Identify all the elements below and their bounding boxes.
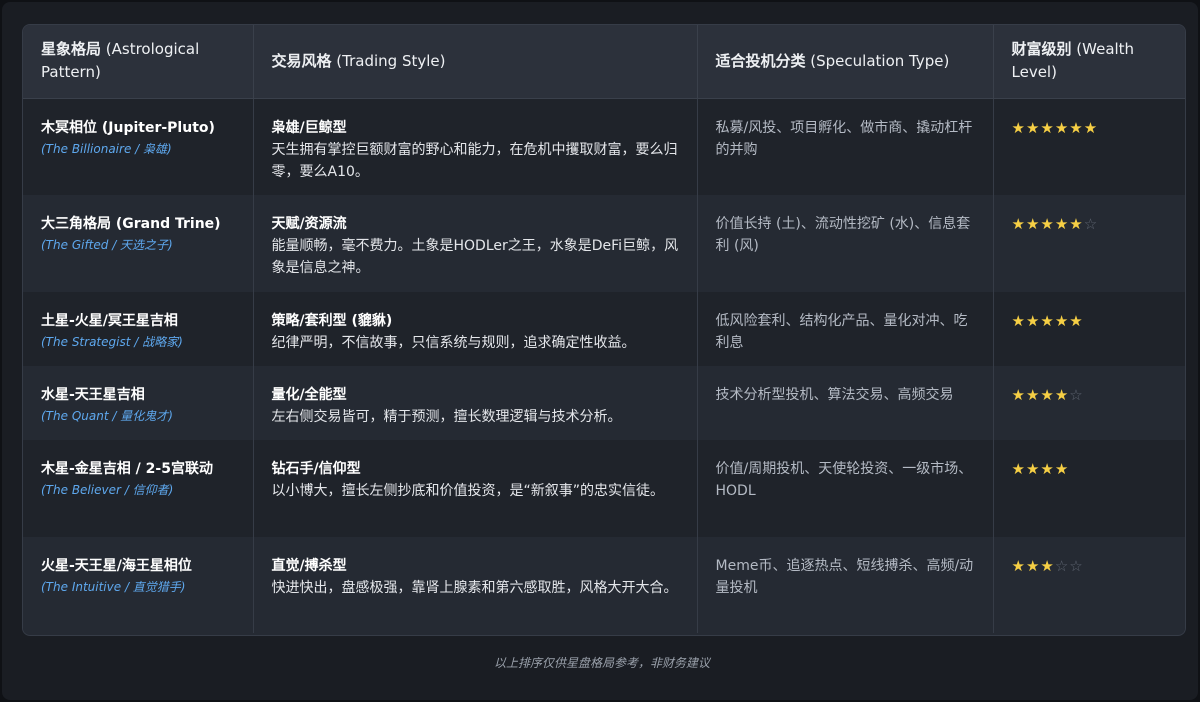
pattern-name: 火星-天王星/海王星相位 [41, 558, 192, 574]
style-cell: 枭雄/巨鲸型 天生拥有掌控巨额财富的野心和能力，在危机中攫取财富，要么归零，要么… [253, 98, 698, 195]
pattern-subtitle: (The Strategist / 战略家) [41, 335, 183, 349]
pattern-subtitle: (The Billionaire / 枭雄) [41, 141, 172, 156]
table-row: 木冥相位 (Jupiter-Pluto) (The Billionaire / … [23, 98, 1185, 195]
pattern-cell: 土星-火星/冥王星吉相 (The Strategist / 战略家) [23, 292, 254, 366]
star-filled-icon: ★★★★ [1011, 386, 1070, 404]
table-row: 水星-天王星吉相 (The Quant / 量化鬼才) 量化/全能型 左右侧交易… [23, 366, 1185, 440]
style-cell: 直觉/搏杀型 快进快出，盘感极强，靠肾上腺素和第六感取胜，风格大开大合。 [253, 537, 698, 633]
wealth-stars: ★★★★★ [993, 292, 1185, 366]
style-cell: 钻石手/信仰型 以小博大，擅长左侧抄底和价值投资，是“新叙事”的忠实信徒。 [253, 440, 698, 537]
pattern-cell: 木冥相位 (Jupiter-Pluto) (The Billionaire / … [23, 98, 254, 195]
star-filled-icon: ★★★★★★ [1011, 118, 1099, 137]
pattern-cell: 水星-天王星吉相 (The Quant / 量化鬼才) [23, 366, 254, 440]
pattern-name: 木星-金星吉相 / 2-5宫联动 [41, 461, 213, 477]
speculation-cell: 低风险套利、结构化产品、量化对冲、吃利息 [697, 292, 994, 366]
ranking-table: 星象格局 (Astrological Pattern) 交易风格 (Tradin… [23, 25, 1185, 633]
pattern-cell: 大三角格局 (Grand Trine) (The Gifted / 天选之子) [23, 195, 254, 292]
style-name: 量化/全能型 [271, 387, 347, 403]
style-name: 直觉/搏杀型 [271, 558, 347, 574]
style-name: 钻石手/信仰型 [271, 461, 361, 477]
pattern-name: 木冥相位 (Jupiter-Pluto) [41, 119, 215, 136]
style-description: 纪律严明，不信故事，只信系统与规则，追求确定性收益。 [271, 335, 636, 351]
pattern-name: 水星-天王星吉相 [41, 387, 145, 403]
disclaimer-note: 以上排序仅供星盘格局参考，非财务建议 [493, 656, 710, 670]
style-description: 以小博大，擅长左侧抄底和价值投资，是“新叙事”的忠实信徒。 [271, 483, 665, 499]
pattern-name: 土星-火星/冥王星吉相 [41, 313, 178, 329]
style-cell: 策略/套利型 (貔貅) 纪律严明，不信故事，只信系统与规则，追求确定性收益。 [253, 292, 698, 366]
style-description: 天生拥有掌控巨额财富的野心和能力，在危机中攫取财富，要么归零，要么A10。 [271, 141, 678, 180]
table-header-row: 星象格局 (Astrological Pattern) 交易风格 (Tradin… [23, 25, 1185, 99]
table-row: 木星-金星吉相 / 2-5宫联动 (The Believer / 信仰者) 钻石… [23, 440, 1185, 537]
wealth-stars: ★★★★☆ [993, 366, 1185, 440]
wealth-stars: ★★★★★☆ [993, 195, 1185, 292]
header-speculation-type: 适合投机分类 (Speculation Type) [697, 25, 994, 99]
pattern-subtitle: (The Gifted / 天选之子) [41, 238, 173, 252]
speculation-cell: Meme币、追逐热点、短线搏杀、高频/动量投机 [697, 537, 994, 633]
header-wealth-level: 财富级别 (Wealth Level) [993, 25, 1185, 99]
star-empty-icon: ☆ [1069, 386, 1084, 404]
star-filled-icon: ★★★★★ [1011, 312, 1084, 330]
header-trading-style: 交易风格 (Trading Style) [253, 25, 698, 99]
wealth-stars: ★★★☆☆ [993, 537, 1185, 633]
star-filled-icon: ★★★★★ [1011, 215, 1084, 233]
wealth-stars: ★★★★ [993, 440, 1185, 537]
speculation-cell: 技术分析型投机、算法交易、高频交易 [697, 366, 994, 440]
speculation-cell: 价值/周期投机、天使轮投资、一级市场、HODL [697, 440, 994, 537]
ranking-table-card: 星象格局 (Astrological Pattern) 交易风格 (Tradin… [22, 24, 1186, 636]
pattern-subtitle: (The Believer / 信仰者) [41, 483, 174, 497]
style-description: 能量顺畅，毫不费力。土象是HODLer之王，水象是DeFi巨鲸，风象是信息之神。 [271, 238, 679, 276]
star-filled-icon: ★★★★ [1011, 460, 1070, 478]
style-name: 策略/套利型 (貔貅) [271, 313, 393, 329]
window-frame: 星象格局 (Astrological Pattern) 交易风格 (Tradin… [2, 2, 1198, 700]
star-empty-icon: ☆☆ [1054, 557, 1084, 575]
star-empty-icon: ☆ [1083, 215, 1099, 233]
star-filled-icon: ★★★ [1011, 557, 1055, 575]
header-pattern: 星象格局 (Astrological Pattern) [23, 25, 254, 99]
wealth-stars: ★★★★★★ [993, 98, 1185, 195]
style-description: 快进快出，盘感极强，靠肾上腺素和第六感取胜，风格大开大合。 [271, 580, 678, 596]
style-name: 枭雄/巨鲸型 [271, 119, 347, 136]
table-row: 火星-天王星/海王星相位 (The Intuitive / 直觉猎手) 直觉/搏… [23, 537, 1185, 633]
table-row: 大三角格局 (Grand Trine) (The Gifted / 天选之子) … [23, 195, 1185, 292]
pattern-name: 大三角格局 (Grand Trine) [41, 216, 221, 232]
style-name: 天赋/资源流 [271, 216, 347, 232]
pattern-subtitle: (The Intuitive / 直觉猎手) [41, 580, 186, 594]
style-description: 左右侧交易皆可，精于预测，擅长数理逻辑与技术分析。 [271, 409, 622, 425]
pattern-cell: 木星-金星吉相 / 2-5宫联动 (The Believer / 信仰者) [23, 440, 254, 537]
pattern-subtitle: (The Quant / 量化鬼才) [41, 409, 173, 423]
style-cell: 量化/全能型 左右侧交易皆可，精于预测，擅长数理逻辑与技术分析。 [253, 366, 698, 440]
style-cell: 天赋/资源流 能量顺畅，毫不费力。土象是HODLer之王，水象是DeFi巨鲸，风… [253, 195, 698, 292]
pattern-cell: 火星-天王星/海王星相位 (The Intuitive / 直觉猎手) [23, 537, 254, 633]
speculation-cell: 价值长持 (土)、流动性挖矿 (水)、信息套利 (风) [697, 195, 994, 292]
table-row: 土星-火星/冥王星吉相 (The Strategist / 战略家) 策略/套利… [23, 292, 1185, 366]
speculation-cell: 私募/风投、项目孵化、做市商、撬动杠杆的并购 [697, 98, 994, 195]
